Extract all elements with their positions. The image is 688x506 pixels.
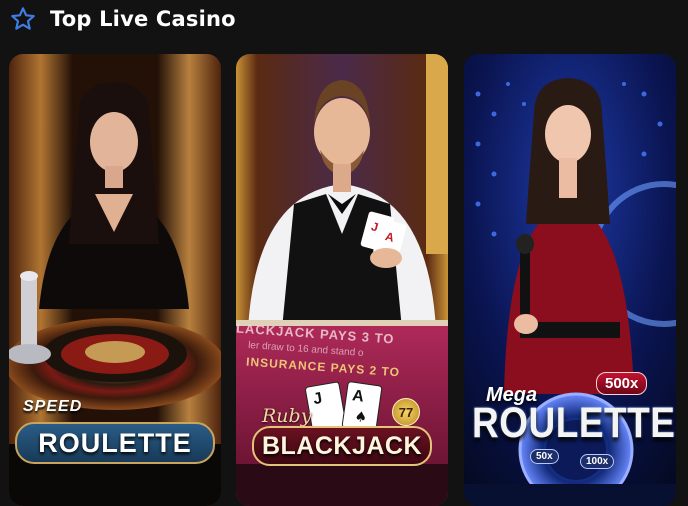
section-header: Top Live Casino (10, 4, 236, 34)
game-subtitle: Ruby (262, 405, 312, 427)
game-title: ROULETTE (472, 398, 676, 446)
star-icon[interactable] (10, 6, 36, 32)
multiplier-badge: 100x (580, 454, 615, 469)
game-card-mega-roulette[interactable]: Mega 500x ROULETTE 50x 100x (464, 54, 676, 506)
game-card-ruby-blackjack[interactable]: J A J A ♠ LACKJACK PAYS 3 TO ler draw to… (236, 54, 448, 506)
game-title: BLACKJACK (252, 426, 432, 466)
svg-text:♠: ♠ (353, 409, 368, 427)
badge: 77 (392, 398, 420, 426)
game-card-speed-roulette[interactable]: SPEED ROULETTE (9, 54, 221, 506)
multiplier-badge: 50x (530, 449, 559, 464)
multiplier-badge: 500x (596, 372, 648, 395)
game-title: ROULETTE (15, 422, 215, 464)
game-subtitle: SPEED (23, 398, 83, 415)
section-title: Top Live Casino (50, 7, 236, 31)
